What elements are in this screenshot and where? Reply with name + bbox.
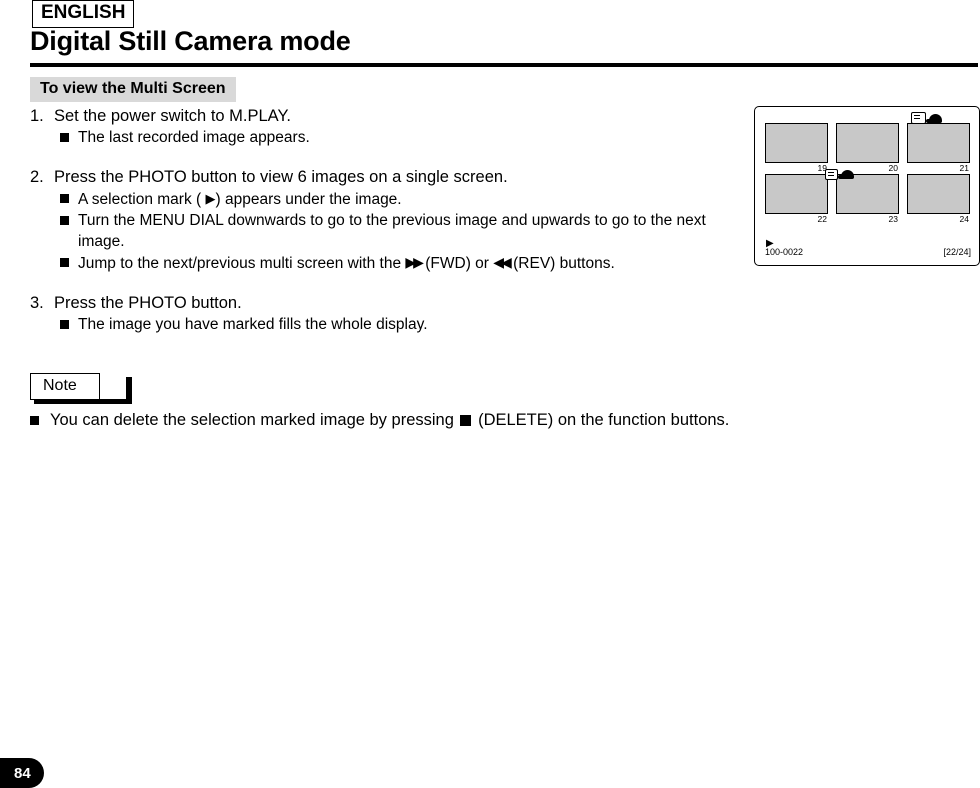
bullet-square-icon xyxy=(60,320,69,329)
thumbnail-cell[interactable]: 21 xyxy=(907,123,970,174)
step-2-sub-1: A selection mark ( ▶) appears under the … xyxy=(60,188,730,210)
lcd-counter: [22/24] xyxy=(943,247,971,257)
thumbnail-image[interactable] xyxy=(765,174,828,214)
bullet-square-icon xyxy=(30,416,39,425)
thumbnail-cell[interactable]: 20 xyxy=(836,123,899,174)
hand-icon xyxy=(838,170,854,179)
note-text: You can delete the selection marked imag… xyxy=(30,409,930,431)
thumbnail-image[interactable] xyxy=(836,123,899,163)
thumbnail-number: 23 xyxy=(888,214,898,224)
note-text-before: You can delete the selection marked imag… xyxy=(50,411,454,429)
lcd-status-bar: 100-0022 [22/24] xyxy=(765,247,971,257)
page-number-text: 84 xyxy=(14,765,31,782)
selection-mark-post-text: ) appears under the image. xyxy=(215,191,402,208)
step-2: 2. Press the PHOTO button to view 6 imag… xyxy=(30,166,730,274)
thumbnail-number: 24 xyxy=(959,214,969,224)
step-3-sub-1-text: The image you have marked fills the whol… xyxy=(78,316,428,333)
step-3-sub-1: The image you have marked fills the whol… xyxy=(60,314,730,335)
thumbnail-image[interactable] xyxy=(907,123,970,163)
jump-post-text: (REV) buttons. xyxy=(513,255,615,272)
thumbnail-image[interactable] xyxy=(765,123,828,163)
step-1-text: Set the power switch to M.PLAY. xyxy=(54,107,291,125)
thumbnail-number: 22 xyxy=(817,214,827,224)
step-1-sub-1: The last recorded image appears. xyxy=(60,127,730,148)
thumbnail-cell[interactable]: 23 xyxy=(836,174,899,225)
hand-icon xyxy=(926,113,942,123)
thumbnail-row-1: 19 20 21 xyxy=(765,123,971,174)
thumbnail-grid: 19 20 21 22 23 24 xyxy=(765,123,971,225)
step-2-sub-1-text: A selection mark ( ▶) appears under the … xyxy=(78,188,730,210)
thumbnail-cell[interactable]: 22 xyxy=(765,174,828,225)
lcd-multi-screen-illustration: 19 20 21 22 23 24 ▶ 100-0022 [22/24] xyxy=(754,106,980,266)
step-1-sub-1-text: The last recorded image appears. xyxy=(78,129,310,146)
lcd-row2-icons xyxy=(825,169,854,180)
step-1-number: 1. xyxy=(30,107,44,125)
step-2-sub-2: Turn the MENU DIAL downwards to go to th… xyxy=(60,210,730,252)
jump-mid-text: (FWD) or xyxy=(425,255,489,272)
instruction-steps: 1. Set the power switch to M.PLAY. The l… xyxy=(30,105,730,337)
note-box: Note xyxy=(30,373,132,404)
jump-pre-text: Jump to the next/previous multi screen w… xyxy=(78,255,402,272)
lcd-file-label: 100-0022 xyxy=(765,247,804,257)
bullet-square-icon xyxy=(60,194,69,203)
rewind-icon: ◀◀ xyxy=(493,254,511,270)
thumbnail-number: 19 xyxy=(817,163,827,173)
thumbnail-image[interactable] xyxy=(836,174,899,214)
step-3: 3. Press the PHOTO button. The image you… xyxy=(30,292,730,335)
selection-mark-pre-text: A selection mark ( xyxy=(78,191,202,208)
step-2-sub-3-text: Jump to the next/previous multi screen w… xyxy=(78,252,730,274)
thumbnail-number: 21 xyxy=(959,163,969,173)
delete-square-icon xyxy=(460,415,472,426)
step-2-sub-2-text: Turn the MENU DIAL downwards to go to th… xyxy=(78,212,706,250)
step-1: 1. Set the power switch to M.PLAY. The l… xyxy=(30,105,730,148)
thumbnail-cell[interactable]: 24 xyxy=(907,174,970,225)
thumbnail-cell[interactable]: 19 xyxy=(765,123,828,174)
step-2-number: 2. xyxy=(30,168,44,186)
page-number: 84 xyxy=(0,758,46,788)
note-label: Note xyxy=(30,373,100,400)
page-title: Digital Still Camera mode xyxy=(30,26,351,56)
language-badge: ENGLISH xyxy=(32,0,135,28)
play-triangle-icon: ▶ xyxy=(205,191,216,206)
note-text-content: You can delete the selection marked imag… xyxy=(50,409,729,431)
step-3-text: Press the PHOTO button. xyxy=(54,294,242,312)
bullet-square-icon xyxy=(60,133,69,142)
step-2-text: Press the PHOTO button to view 6 images … xyxy=(54,168,508,186)
thumbnail-image[interactable] xyxy=(907,174,970,214)
thumbnail-row-2: 22 23 24 xyxy=(765,174,971,225)
section-heading: To view the Multi Screen xyxy=(30,77,236,102)
step-2-sub-3: Jump to the next/previous multi screen w… xyxy=(60,252,730,274)
note-text-after: (DELETE) on the function buttons. xyxy=(478,411,730,429)
card-icon xyxy=(825,169,838,180)
bullet-square-icon xyxy=(60,258,69,267)
bullet-square-icon xyxy=(60,216,69,225)
fast-forward-icon: ▶▶ xyxy=(405,254,423,270)
step-3-number: 3. xyxy=(30,294,44,312)
header-divider xyxy=(30,63,978,67)
